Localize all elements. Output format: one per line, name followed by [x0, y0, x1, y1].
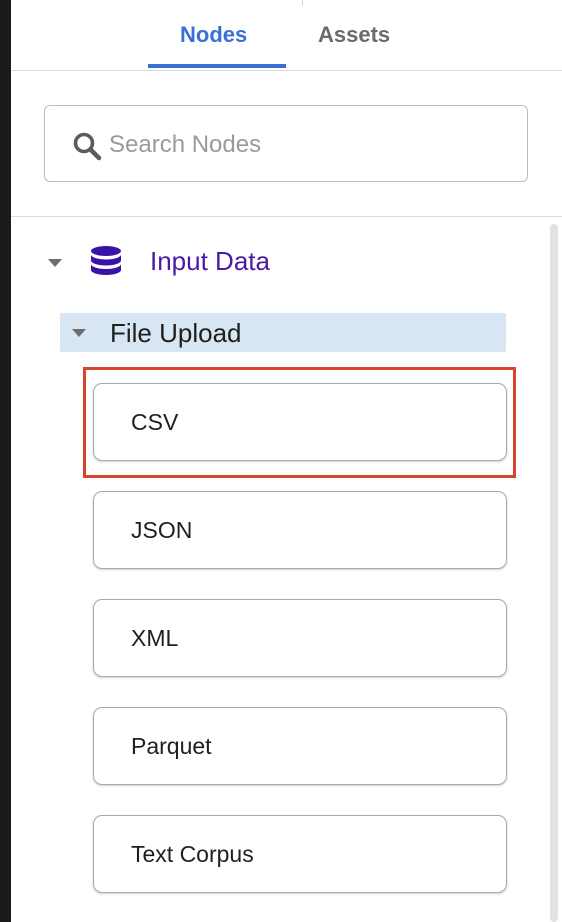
- node-label: Parquet: [131, 733, 212, 759]
- node-label: XML: [131, 625, 179, 651]
- node-parquet[interactable]: Parquet: [93, 707, 507, 785]
- active-tab-indicator: [148, 64, 286, 68]
- expand-caret-icon[interactable]: [72, 329, 86, 337]
- node-label: Text Corpus: [131, 841, 254, 867]
- database-icon: [91, 246, 121, 275]
- node-label: JSON: [131, 517, 193, 543]
- left-edge-border: [0, 0, 11, 922]
- tree-divider: [11, 216, 562, 217]
- expand-caret-icon[interactable]: [48, 259, 62, 267]
- tab-assets[interactable]: Assets: [318, 22, 390, 48]
- search-icon: [73, 132, 102, 161]
- node-xml[interactable]: XML: [93, 599, 507, 677]
- scrollbar[interactable]: [550, 224, 558, 922]
- node-palette-panel: Nodes Assets Input Data File Upload CSV …: [0, 0, 562, 922]
- node-label: CSV: [131, 409, 179, 435]
- search-box[interactable]: [44, 105, 528, 182]
- node-json[interactable]: JSON: [93, 491, 507, 569]
- tab-nodes[interactable]: Nodes: [180, 22, 247, 48]
- category-input-data[interactable]: Input Data: [150, 246, 270, 277]
- node-csv[interactable]: CSV: [93, 383, 507, 461]
- subcategory-label: File Upload: [110, 318, 242, 348]
- subcategory-file-upload[interactable]: File Upload: [60, 313, 506, 352]
- node-text-corpus[interactable]: Text Corpus: [93, 815, 507, 893]
- tab-bar: Nodes Assets: [11, 0, 562, 71]
- search-input[interactable]: [107, 124, 511, 166]
